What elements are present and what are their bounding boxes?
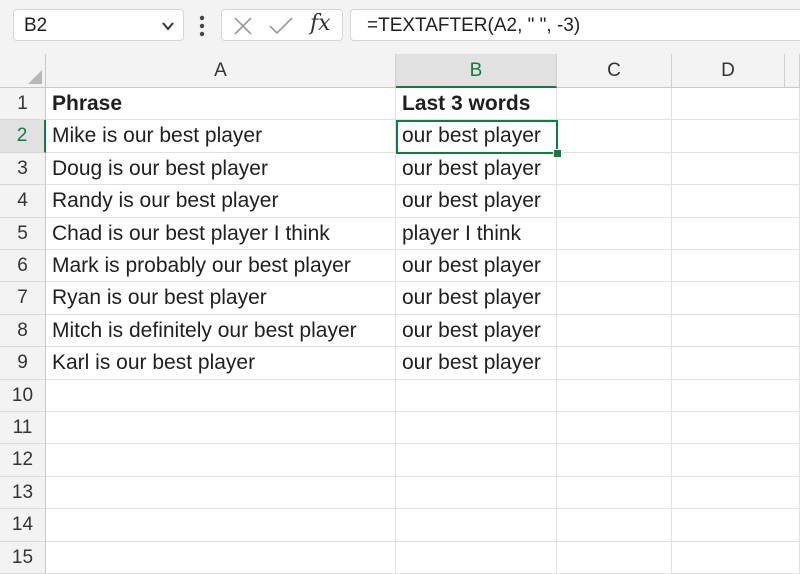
name-box-value: B2: [24, 15, 48, 36]
cell-a2[interactable]: Mike is our best player: [46, 120, 396, 153]
fx-icon[interactable]: fx: [310, 11, 331, 36]
row-header-9[interactable]: 9: [0, 347, 46, 380]
row-header-3[interactable]: 3: [0, 152, 46, 186]
vertical-ellipsis-icon[interactable]: [194, 13, 210, 39]
cell-d11[interactable]: [672, 412, 800, 445]
select-all-button[interactable]: [0, 54, 46, 88]
cell-b12[interactable]: [396, 444, 557, 477]
cell-a4[interactable]: Randy is our best player: [46, 185, 396, 218]
cell-d4[interactable]: [672, 185, 800, 218]
formula-text: =TEXTAFTER(A2, " ", -3): [367, 15, 581, 36]
column-header-d[interactable]: D: [672, 54, 785, 88]
cell-c2[interactable]: [557, 120, 672, 153]
cell-a10[interactable]: [46, 379, 396, 412]
cell-b7[interactable]: our best player: [396, 282, 557, 315]
row-header-12[interactable]: 12: [0, 444, 46, 477]
cell-b1[interactable]: Last 3 words: [396, 88, 557, 121]
cell-d14[interactable]: [672, 509, 800, 542]
cell-c12[interactable]: [557, 444, 672, 477]
cell-c4[interactable]: [557, 185, 672, 218]
row-header-11[interactable]: 11: [0, 412, 46, 445]
cell-d9[interactable]: [672, 347, 800, 380]
formula-actions: fx: [221, 9, 343, 41]
row-header-7[interactable]: 7: [0, 282, 46, 315]
cell-b15[interactable]: [396, 541, 557, 574]
cell-d8[interactable]: [672, 314, 800, 348]
cell-d2[interactable]: [672, 120, 800, 153]
cell-b10[interactable]: [396, 379, 557, 412]
cell-c15[interactable]: [557, 541, 672, 574]
row-header-8[interactable]: 8: [0, 314, 46, 348]
check-icon[interactable]: [268, 16, 294, 36]
column-header-a[interactable]: A: [46, 54, 396, 88]
cell-b2[interactable]: our best player: [396, 120, 557, 153]
row-header-10[interactable]: 10: [0, 379, 46, 412]
chevron-down-icon[interactable]: [161, 19, 175, 33]
cell-b3[interactable]: our best player: [396, 152, 557, 186]
cell-a9[interactable]: Karl is our best player: [46, 347, 396, 380]
cell-c13[interactable]: [557, 476, 672, 510]
row-header-1[interactable]: 1: [0, 88, 46, 121]
row-header-4[interactable]: 4: [0, 185, 46, 218]
column-header-filler: [785, 54, 800, 88]
cell-b14[interactable]: [396, 509, 557, 542]
row-header-2[interactable]: 2: [0, 120, 46, 153]
cell-c11[interactable]: [557, 412, 672, 445]
cell-d12[interactable]: [672, 444, 800, 477]
cell-a13[interactable]: [46, 476, 396, 510]
cell-c6[interactable]: [557, 250, 672, 283]
name-box[interactable]: B2: [13, 9, 184, 41]
cell-d3[interactable]: [672, 152, 800, 186]
cell-a6[interactable]: Mark is probably our best player: [46, 250, 396, 283]
cell-b6[interactable]: our best player: [396, 250, 557, 283]
cell-b11[interactable]: [396, 412, 557, 445]
cell-a1[interactable]: Phrase: [46, 88, 396, 121]
cell-d7[interactable]: [672, 282, 800, 315]
cell-d10[interactable]: [672, 379, 800, 412]
cell-c14[interactable]: [557, 509, 672, 542]
row-header-14[interactable]: 14: [0, 509, 46, 542]
cell-d6[interactable]: [672, 250, 800, 283]
cell-d1[interactable]: [672, 88, 800, 121]
cell-a12[interactable]: [46, 444, 396, 477]
cell-b5[interactable]: player I think: [396, 217, 557, 250]
cell-b8[interactable]: our best player: [396, 314, 557, 348]
cell-d13[interactable]: [672, 476, 800, 510]
cell-a15[interactable]: [46, 541, 396, 574]
column-header-b[interactable]: B: [396, 54, 557, 88]
cell-d15[interactable]: [672, 541, 800, 574]
row-header-13[interactable]: 13: [0, 476, 46, 510]
row-header-5[interactable]: 5: [0, 217, 46, 250]
cell-c9[interactable]: [557, 347, 672, 380]
cell-c3[interactable]: [557, 152, 672, 186]
column-header-c[interactable]: C: [557, 54, 672, 88]
cell-a5[interactable]: Chad is our best player I think: [46, 217, 396, 250]
cell-c1[interactable]: [557, 88, 672, 121]
spreadsheet-grid: A B C D 1 Phrase Last 3 words 2 Mike is our best…: [0, 54, 800, 574]
cell-c8[interactable]: [557, 314, 672, 348]
cell-c7[interactable]: [557, 282, 672, 315]
row-header-6[interactable]: 6: [0, 250, 46, 283]
row-header-15[interactable]: 15: [0, 541, 46, 574]
formula-bar-area: B2 fx =TEXTAFTER(A2, " ", -3): [0, 0, 800, 54]
cell-b9[interactable]: our best player: [396, 347, 557, 380]
formula-input[interactable]: =TEXTAFTER(A2, " ", -3): [350, 9, 800, 41]
cell-a14[interactable]: [46, 509, 396, 542]
cell-c10[interactable]: [557, 379, 672, 412]
cell-b13[interactable]: [396, 476, 557, 510]
cell-b4[interactable]: our best player: [396, 185, 557, 218]
cell-c5[interactable]: [557, 217, 672, 250]
cell-a8[interactable]: Mitch is definitely our best player: [46, 314, 396, 348]
cell-a3[interactable]: Doug is our best player: [46, 152, 396, 186]
cell-a7[interactable]: Ryan is our best player: [46, 282, 396, 315]
cell-a11[interactable]: [46, 412, 396, 445]
close-icon[interactable]: [233, 16, 253, 36]
cell-d5[interactable]: [672, 217, 800, 250]
fill-handle[interactable]: [553, 149, 562, 158]
